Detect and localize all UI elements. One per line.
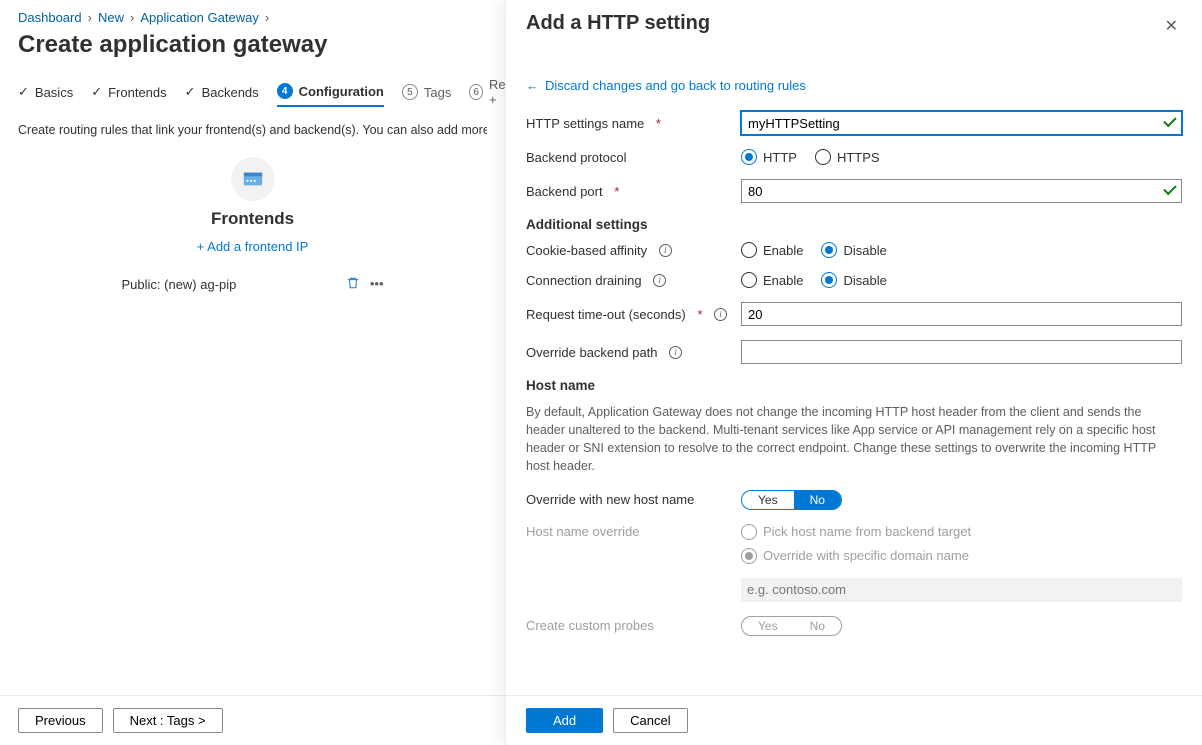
more-icon[interactable]: ••• [370, 276, 384, 293]
http-setting-panel: Add a HTTP setting ✕ ← Discard changes a… [505, 0, 1202, 745]
radio-cookie-enable[interactable]: Enable [741, 242, 803, 258]
step-frontends[interactable]: ✓Frontends [91, 84, 166, 106]
label-request-timeout: Request time-out (seconds) * i [526, 307, 741, 322]
breadcrumb: Dashboard› New› Application Gateway› [18, 10, 487, 25]
previous-button[interactable]: Previous [18, 708, 103, 733]
step-num-icon: 6 [469, 84, 483, 100]
check-icon: ✓ [91, 84, 102, 100]
radio-drain-disable[interactable]: Disable [821, 272, 886, 288]
override-backend-path-input[interactable] [741, 340, 1182, 364]
section-hostname: Host name [526, 378, 1182, 393]
label-custom-probes: Create custom probes [526, 618, 741, 633]
close-icon[interactable]: ✕ [1161, 12, 1182, 40]
check-icon: ✓ [18, 84, 29, 100]
radio-protocol-http[interactable]: HTTP [741, 149, 797, 165]
step-num-icon: 4 [277, 83, 293, 99]
toggle-no[interactable]: No [794, 491, 841, 509]
label-override-backend-path: Override backend path i [526, 345, 741, 360]
next-button[interactable]: Next : Tags > [113, 708, 223, 733]
backend-port-input[interactable] [741, 179, 1182, 203]
label-backend-protocol: Backend protocol [526, 150, 741, 165]
panel-footer: Add Cancel [506, 695, 1202, 745]
frontend-row-label: Public: (new) ag-pip [122, 277, 237, 292]
crumb-appgw[interactable]: Application Gateway [140, 10, 259, 25]
toggle-yes: Yes [742, 617, 794, 635]
wizard-footer: Previous Next : Tags > [0, 695, 505, 745]
label-override-hostname: Override with new host name [526, 492, 741, 507]
radio-drain-enable[interactable]: Enable [741, 272, 803, 288]
cancel-button[interactable]: Cancel [613, 708, 687, 733]
helper-text: Create routing rules that link your fron… [18, 123, 487, 137]
check-icon: ✓ [185, 84, 196, 100]
hostname-description: By default, Application Gateway does not… [526, 403, 1182, 476]
step-tags[interactable]: 5Tags [402, 84, 451, 106]
frontends-title: Frontends [118, 209, 388, 229]
label-backend-port: Backend port * [526, 184, 741, 199]
delete-icon[interactable] [346, 276, 360, 293]
label-hostname-override: Host name override [526, 524, 741, 539]
toggle-no: No [794, 617, 841, 635]
radio-pick-backend-target: Pick host name from backend target [741, 524, 971, 540]
label-cookie-affinity: Cookie-based affinity i [526, 243, 741, 258]
radio-cookie-disable[interactable]: Disable [821, 242, 886, 258]
panel-title: Add a HTTP setting [526, 12, 710, 35]
crumb-dashboard[interactable]: Dashboard [18, 10, 82, 25]
radio-specific-domain: Override with specific domain name [741, 548, 969, 564]
crumb-new[interactable]: New [98, 10, 124, 25]
info-icon[interactable]: i [714, 308, 727, 321]
custom-probes-toggle: Yes No [741, 616, 842, 636]
frontend-row: Public: (new) ag-pip ••• [118, 268, 388, 301]
add-button[interactable]: Add [526, 708, 603, 733]
step-num-icon: 5 [402, 84, 418, 100]
radio-protocol-https[interactable]: HTTPS [815, 149, 880, 165]
add-frontend-ip-link[interactable]: + Add a frontend IP [197, 239, 309, 254]
label-http-settings-name: HTTP settings name * [526, 116, 741, 131]
step-configuration[interactable]: 4Configuration [277, 83, 384, 107]
discard-back-link[interactable]: ← Discard changes and go back to routing… [526, 78, 806, 93]
info-icon[interactable]: i [669, 346, 682, 359]
step-basics[interactable]: ✓Basics [18, 84, 73, 106]
arrow-left-icon: ← [526, 78, 539, 93]
frontends-card: Frontends + Add a frontend IP Public: (n… [118, 157, 388, 301]
page-title: Create application gateway [18, 31, 487, 59]
section-additional: Additional settings [526, 217, 1182, 232]
http-settings-name-input[interactable] [741, 111, 1182, 135]
toggle-yes[interactable]: Yes [742, 491, 794, 509]
info-icon[interactable]: i [653, 274, 666, 287]
override-hostname-toggle[interactable]: Yes No [741, 490, 842, 510]
label-connection-draining: Connection draining i [526, 273, 741, 288]
request-timeout-input[interactable] [741, 302, 1182, 326]
frontends-icon [231, 157, 275, 201]
info-icon[interactable]: i [659, 244, 672, 257]
hostname-input [741, 578, 1182, 602]
step-backends[interactable]: ✓Backends [185, 84, 259, 106]
wizard-steps: ✓Basics ✓Frontends ✓Backends 4Configurat… [18, 77, 487, 113]
